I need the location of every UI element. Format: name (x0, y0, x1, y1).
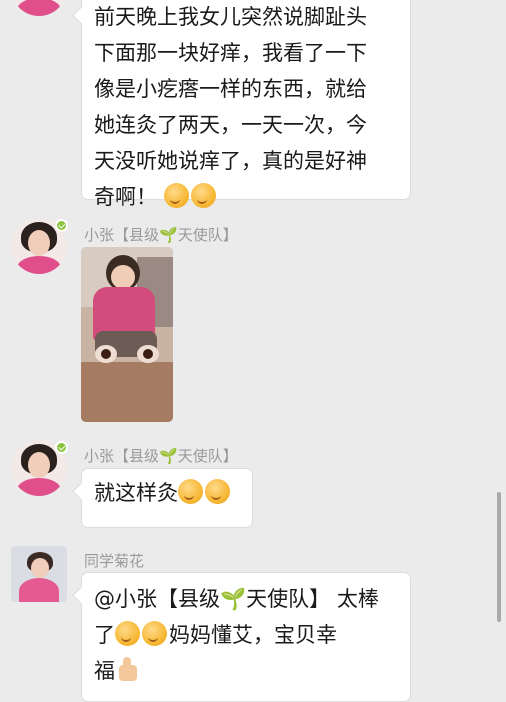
message-text-line: 福 (94, 653, 398, 689)
sender-avatar[interactable] (11, 546, 67, 602)
message-bubble[interactable]: 就这样灸 (81, 468, 253, 528)
grin-emoji-icon (190, 183, 216, 208)
message-text-line: 下面那一块好痒，我看了一下 (94, 41, 367, 65)
verified-badge-icon (55, 219, 68, 232)
scrollbar[interactable] (497, 492, 501, 622)
message-text-line: 了妈妈懂艾，宝贝幸 (94, 621, 337, 647)
message-text: 奇啊！ (94, 185, 157, 209)
message-photo[interactable] (81, 247, 173, 422)
sprout-icon: 🌱 (159, 226, 178, 244)
message-text-line: 天没听她说痒了，真的是好神 (94, 149, 367, 173)
grin-emoji-icon (163, 183, 189, 208)
thinking-emoji-icon (178, 479, 203, 504)
verified-badge-icon (55, 441, 68, 454)
thinking-emoji-icon (205, 479, 230, 504)
chat-history[interactable]: 前天晚上我女儿突然说脚趾头 下面那一块好痒，我看了一下 像是小疙瘩一样的东西，就… (0, 0, 506, 702)
message-text: 就这样灸 (94, 481, 178, 505)
message-text-line: 她连灸了两天，一天一次，今 (94, 113, 367, 137)
grin-emoji-icon (142, 621, 167, 646)
message-text-line: 前天晚上我女儿突然说脚趾头 (94, 5, 367, 29)
sprout-icon: 🌱 (159, 447, 178, 465)
message-text-line: 奇啊！ (94, 179, 398, 215)
sender-name: 小张【县级🌱天使队】 (84, 226, 238, 244)
sender-name: 同学菊花 (84, 552, 145, 570)
message-text-line: 像是小疙瘩一样的东西，就给 (94, 77, 367, 101)
message-text-line: @小张【县级🌱天使队】 太棒 (94, 587, 379, 611)
sender-avatar[interactable] (11, 0, 67, 16)
sender-name: 小张【县级🌱天使队】 (84, 447, 238, 465)
message-bubble[interactable]: @小张【县级🌱天使队】 太棒 了妈妈懂艾，宝贝幸 福 (81, 572, 411, 702)
message-bubble[interactable]: 前天晚上我女儿突然说脚趾头 下面那一块好痒，我看了一下 像是小疙瘩一样的东西，就… (81, 0, 411, 209)
thumbs-up-icon (115, 657, 139, 683)
grin-emoji-icon (115, 621, 140, 646)
